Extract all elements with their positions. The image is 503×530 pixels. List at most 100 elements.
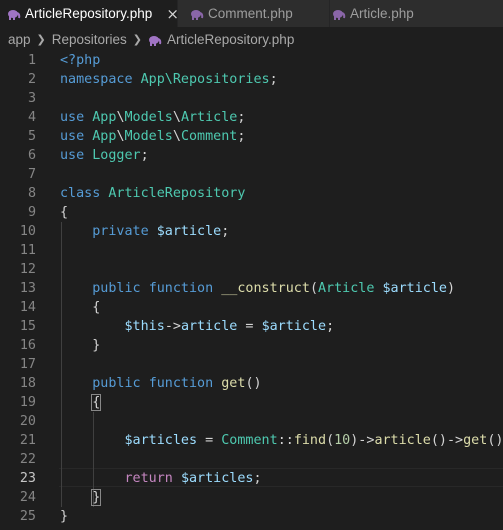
code-line[interactable]: 7: [0, 165, 503, 184]
code-text: public function get(): [60, 374, 262, 393]
code-token: ();: [487, 433, 503, 448]
code-token: ;: [269, 72, 278, 87]
code-token: (): [245, 376, 262, 391]
code-token: get: [463, 433, 488, 448]
line-number: 11: [19, 243, 36, 258]
code-token: use: [60, 129, 93, 144]
line-number: 17: [19, 357, 36, 372]
code-token: public: [92, 376, 149, 391]
line-number: 22: [19, 452, 36, 467]
code-token: $articles: [180, 471, 254, 486]
code-line[interactable]: 20: [0, 412, 503, 431]
code-token: \: [116, 110, 125, 125]
code-line[interactable]: 11: [0, 241, 503, 260]
code-token: Logger: [92, 148, 141, 163]
code-line[interactable]: 23 return $articles;: [0, 469, 503, 488]
code-text: }: [60, 488, 102, 507]
code-token: function: [148, 376, 222, 391]
code-text: {: [60, 298, 100, 317]
code-line[interactable]: 10 private $article;: [0, 222, 503, 241]
code-token: ->: [164, 319, 181, 334]
matched-bracket: }: [91, 489, 102, 506]
close-icon[interactable]: ×: [166, 5, 179, 23]
line-number: 5: [27, 129, 36, 144]
line-number: 15: [19, 319, 36, 334]
php-elephant-icon: [7, 7, 21, 21]
line-number: 8: [27, 186, 36, 201]
code-token: Article: [180, 110, 238, 125]
code-text: <?php: [60, 51, 100, 70]
line-number: 12: [19, 262, 36, 277]
code-token: {: [60, 205, 69, 220]
code-token: private: [92, 224, 157, 239]
code-text: namespace App\Repositories;: [60, 70, 278, 89]
chevron-right-icon: ❯: [132, 33, 143, 46]
code-line[interactable]: 9{: [0, 203, 503, 222]
code-token: )->: [350, 433, 375, 448]
breadcrumb-item-file[interactable]: ArticleRepository.php: [167, 32, 294, 47]
code-line[interactable]: 24 }: [0, 488, 503, 507]
code-line[interactable]: 4 use App\Models\Article;: [0, 108, 503, 127]
code-token: App\Repositories: [140, 72, 270, 87]
code-token: App: [92, 129, 117, 144]
code-token: ;: [237, 129, 246, 144]
php-elephant-icon: [190, 7, 204, 21]
code-line[interactable]: 13 public function __construct(Article $…: [0, 279, 503, 298]
code-text: }: [60, 336, 100, 355]
breadcrumb-item-repositories[interactable]: Repositories: [52, 32, 127, 47]
code-line[interactable]: 15 $this->article = $article;: [0, 317, 503, 336]
code-line[interactable]: 25}: [0, 507, 503, 526]
code-token: get: [221, 376, 246, 391]
code-token: namespace: [60, 72, 141, 87]
code-token: return: [124, 471, 181, 486]
code-line[interactable]: 8 class ArticleRepository: [0, 184, 503, 203]
line-number: 1: [27, 53, 36, 68]
tab-article-repository[interactable]: ArticleRepository.php ×: [0, 0, 179, 27]
breadcrumb-item-app[interactable]: app: [8, 32, 31, 47]
code-line[interactable]: 16 }: [0, 336, 503, 355]
code-line[interactable]: 5 use App\Models\Comment;: [0, 127, 503, 146]
code-line[interactable]: 18 public function get(): [0, 374, 503, 393]
code-line[interactable]: 14 {: [0, 298, 503, 317]
code-line[interactable]: 2 namespace App\Repositories;: [0, 70, 503, 89]
code-text: use App\Models\Article;: [60, 108, 245, 127]
editor-tab-bar: ArticleRepository.php × Comment.php Arti…: [0, 0, 503, 27]
code-token: $articles: [124, 433, 198, 448]
code-line[interactable]: 17: [0, 355, 503, 374]
code-token: $this: [124, 319, 165, 334]
code-text: public function __construct(Article $art…: [60, 279, 455, 298]
tab-comment[interactable]: Comment.php: [178, 0, 329, 27]
line-number: 3: [27, 91, 36, 106]
code-token: $article: [382, 281, 448, 296]
code-token: article: [374, 433, 431, 448]
tab-article[interactable]: Article.php: [330, 0, 503, 27]
code-line[interactable]: 12: [0, 260, 503, 279]
code-line[interactable]: 3: [0, 89, 503, 108]
code-line[interactable]: 19 {: [0, 393, 503, 412]
code-text: return $articles;: [60, 469, 262, 488]
chevron-right-icon: ❯: [36, 33, 46, 46]
code-token: \: [172, 110, 181, 125]
code-editor[interactable]: 1 <?php 2 namespace App\Repositories; 3 4 use …: [0, 51, 503, 530]
code-token: Models: [124, 110, 173, 125]
code-text: $this->article = $article;: [60, 317, 335, 336]
code-token: =: [197, 433, 222, 448]
line-number: 25: [19, 509, 36, 524]
line-number: 16: [19, 338, 36, 353]
code-token: (: [326, 433, 335, 448]
code-token: ): [447, 281, 456, 296]
code-line[interactable]: 1 <?php: [0, 51, 503, 70]
code-token: Models: [124, 129, 173, 144]
code-line[interactable]: 6 use Logger;: [0, 146, 503, 165]
code-token: App: [92, 110, 117, 125]
line-number: 9: [27, 205, 36, 220]
code-line[interactable]: 22: [0, 450, 503, 469]
code-token: 10: [334, 433, 351, 448]
code-line[interactable]: 21 $articles = Comment::find(10)->articl…: [0, 431, 503, 450]
code-token: class: [60, 186, 109, 201]
